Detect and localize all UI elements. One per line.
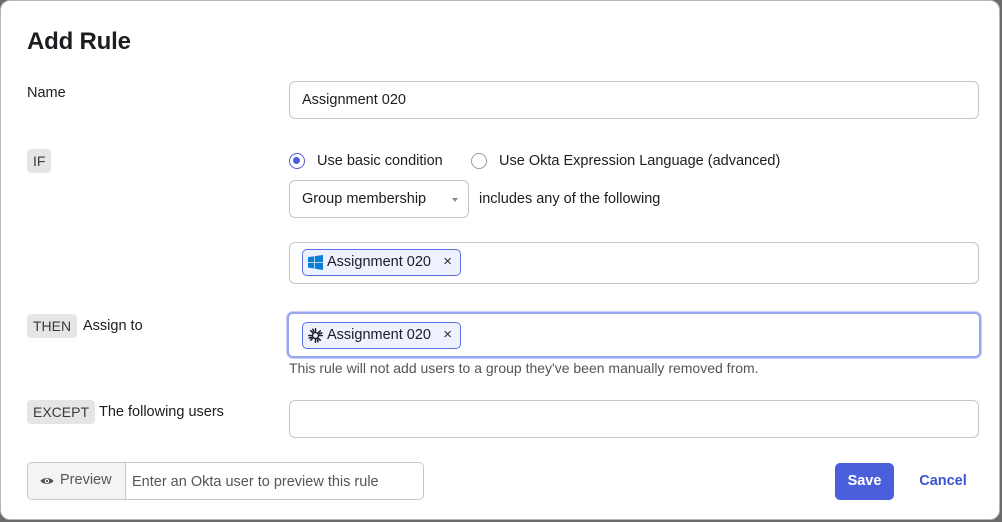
preview-button[interactable]: Preview	[28, 463, 126, 499]
then-groups-input[interactable]: Assignment 020 ×	[287, 312, 981, 358]
if-tag: IF	[27, 149, 52, 173]
condition-description: includes any of the following	[479, 191, 661, 207]
advanced-condition-label[interactable]: Use Okta Expression Language (advanced)	[499, 153, 780, 169]
eye-icon	[40, 478, 54, 484]
except-tag: EXCEPT	[27, 400, 96, 424]
if-group-chip-label: Assignment 020	[327, 254, 431, 270]
then-hint-text: This rule will not add users to a group …	[289, 360, 759, 376]
okta-icon	[308, 328, 323, 343]
if-group-chip: Assignment 020 ×	[302, 249, 461, 276]
condition-type-select[interactable]: Group membership	[289, 180, 469, 218]
chevron-down-icon	[452, 198, 458, 202]
save-button[interactable]: Save	[835, 463, 894, 500]
dialog-title: Add Rule	[27, 28, 131, 55]
preview-group: Preview	[27, 462, 430, 501]
name-input-value: Assignment 020	[302, 92, 406, 108]
then-tag: THEN	[27, 314, 78, 338]
basic-condition-radio[interactable]	[289, 153, 305, 169]
then-group-chip-label: Assignment 020	[327, 327, 431, 343]
except-users-input[interactable]	[289, 400, 979, 438]
name-input[interactable]: Assignment 020	[289, 81, 979, 119]
preview-user-input[interactable]	[126, 463, 430, 501]
advanced-condition-radio[interactable]	[471, 153, 487, 169]
name-label: Name	[27, 85, 66, 101]
windows-icon	[308, 255, 323, 270]
close-icon[interactable]: ×	[443, 326, 452, 343]
except-label: The following users	[99, 404, 224, 420]
assign-to-label: Assign to	[83, 318, 143, 334]
then-group-chip: Assignment 020 ×	[302, 322, 461, 349]
close-icon[interactable]: ×	[443, 253, 452, 270]
condition-type-value: Group membership	[302, 191, 427, 207]
add-rule-dialog: Add Rule Name Assignment 020 IF Use basi…	[0, 0, 1000, 520]
preview-button-label: Preview	[60, 472, 112, 488]
if-groups-input[interactable]: Assignment 020 ×	[289, 242, 979, 284]
basic-condition-label[interactable]: Use basic condition	[317, 153, 443, 169]
cancel-button[interactable]: Cancel	[913, 463, 973, 500]
